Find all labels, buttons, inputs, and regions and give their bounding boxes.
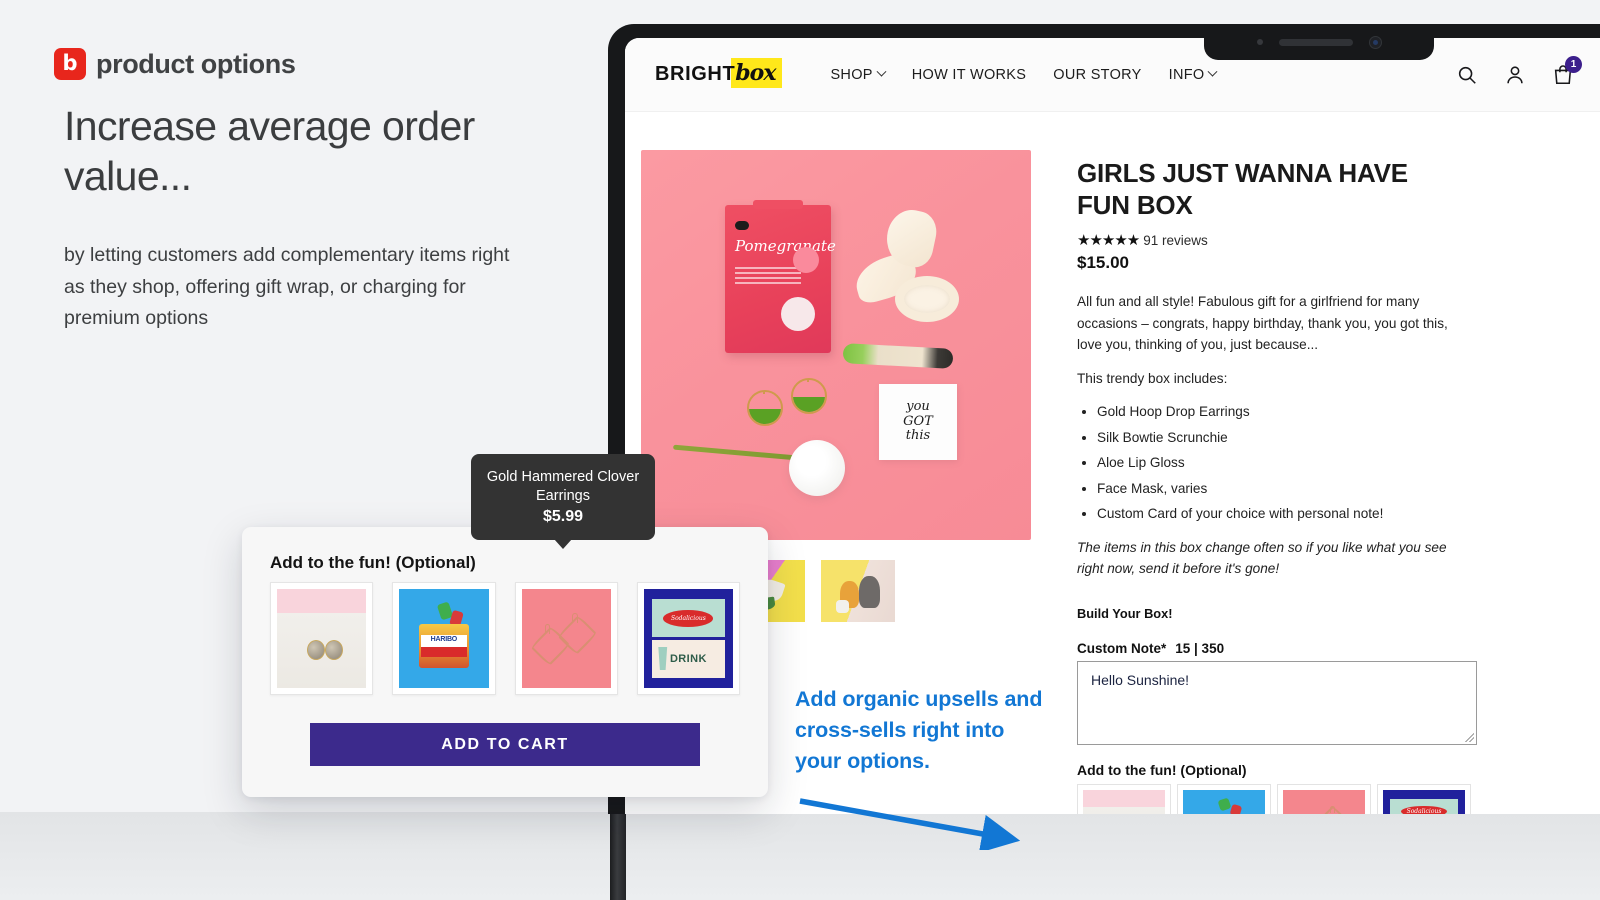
page-headline: Increase average order value... — [64, 103, 475, 199]
flower-stem — [673, 444, 797, 461]
overlay-options-row: HARIBO Sodalicious DRINK — [270, 582, 740, 695]
browser-viewport: BRIGHT box SHOP HOW IT WORKS OUR STORY I… — [625, 38, 1600, 814]
nav-label: INFO — [1168, 66, 1205, 83]
overlay-option-clover-earrings[interactable] — [514, 582, 618, 695]
tooltip-product-price: $5.99 — [542, 507, 584, 525]
review-count[interactable]: 91 reviews — [1143, 233, 1208, 248]
product-price: $15.00 — [1077, 253, 1129, 273]
custom-note-value: Hello Sunshine! — [1091, 671, 1190, 688]
description-paragraph: All fun and all style! Fabulous gift for… — [1077, 294, 1448, 353]
star-rating-icon: ★★★★★ — [1077, 232, 1140, 250]
store-logo[interactable]: BRIGHT box — [655, 57, 783, 90]
product-details: GIRLS JUST WANNA HAVE FUN BOX ★★★★★ 91 r… — [1059, 150, 1600, 814]
option-column: SodaliciousDRINK — [1377, 783, 1471, 814]
annotation-text: Add organic upsells and cross-sells righ… — [795, 687, 1043, 774]
list-item: Silk Bowtie Scrunchie — [1097, 427, 1469, 448]
option-clover-earrings[interactable] — [1277, 783, 1371, 814]
you-got-this-card: you GOT this — [879, 384, 957, 460]
product-description: All fun and all style! Fabulous gift for… — [1077, 291, 1469, 579]
store-header: BRIGHT box SHOP HOW IT WORKS OUR STORY I… — [625, 38, 1600, 112]
product-title: GIRLS JUST WANNA HAVE FUN BOX — [1077, 158, 1408, 220]
gallery-thumb-cat-card[interactable] — [821, 560, 895, 622]
bold-commerce-logo-icon: b — [54, 48, 86, 80]
rating-row: ★★★★★ 91 reviews — [1077, 231, 1570, 249]
option-tooltip: Gold Hammered Clover Earrings $5.99 — [471, 454, 655, 549]
option-haribo-goldbears[interactable]: HARIBO — [1177, 783, 1271, 814]
nav-item-shop[interactable]: SHOP — [830, 66, 887, 83]
option-column — [1077, 783, 1171, 814]
custom-note-label: Custom Note* 15 | 350 — [1077, 641, 1570, 656]
store-logo-highlight: box — [731, 57, 783, 88]
speaker-grille-icon — [1278, 38, 1353, 46]
aloe-lip-gloss — [842, 343, 954, 369]
silk-bowtie-scrunchie — [850, 205, 965, 330]
cart-count-badge: 1 — [1565, 55, 1582, 73]
overlay-option-stud-earrings[interactable] — [270, 582, 374, 695]
add-to-cart-button[interactable]: ADD TO CART — [310, 723, 700, 766]
add-to-the-fun-label: Add to the fun! (Optional) — [1077, 761, 1247, 778]
option-column — [1277, 783, 1371, 814]
gold-hoop-drop-earrings — [747, 374, 829, 438]
custom-note-input[interactable]: Hello Sunshine! — [1077, 660, 1477, 745]
tooltip-pointer-icon — [554, 539, 572, 549]
custom-note-label-text: Custom Note* — [1077, 640, 1167, 656]
store-nav: SHOP HOW IT WORKS OUR STORY INFO — [830, 66, 1218, 83]
overlay-option-haribo-goldbears[interactable]: HARIBO — [392, 582, 496, 695]
chevron-down-icon — [876, 66, 887, 77]
sensor-dot-icon — [1256, 39, 1263, 45]
option-stud-earrings[interactable] — [1077, 783, 1171, 814]
custom-note-counter: 15 | 350 — [1175, 640, 1225, 656]
build-your-box-label: Build Your Box! — [1077, 605, 1173, 621]
monitor-stand — [610, 812, 626, 900]
header-icon-group: 1 — [1456, 55, 1582, 86]
pom-pom-flower — [789, 440, 845, 496]
list-item: Gold Hoop Drop Earrings — [1097, 401, 1469, 422]
includes-intro: This trendy box includes: — [1077, 370, 1228, 386]
device-notch — [1204, 24, 1434, 60]
list-item: Aloe Lip Gloss — [1097, 452, 1469, 473]
nav-item-our-story[interactable]: OUR STORY — [1053, 67, 1141, 83]
nav-item-how-it-works[interactable]: HOW IT WORKS — [912, 67, 1027, 83]
description-note: The items in this box change often so if… — [1077, 539, 1447, 577]
product-page: Pomegranate you GOT this GIRLS JUST WANN… — [625, 112, 1600, 814]
store-logo-primary: BRIGHT — [655, 63, 736, 85]
resize-handle-icon[interactable] — [1465, 732, 1474, 742]
search-icon[interactable] — [1456, 64, 1478, 86]
nav-label: OUR STORY — [1053, 66, 1142, 83]
product-options-overlay-card: Add to the fun! (Optional) HARIBO Sodali… — [242, 527, 768, 797]
account-icon[interactable] — [1504, 64, 1526, 86]
annotation-arrow-icon — [799, 798, 1021, 850]
page-subcopy: by letting customers add complementary i… — [64, 244, 510, 330]
product-hero-image[interactable]: Pomegranate you GOT this — [641, 150, 1031, 540]
chevron-down-icon — [1208, 66, 1218, 77]
nav-label: SHOP — [830, 66, 873, 83]
option-sodalicious-free-drink-card[interactable]: SodaliciousDRINK — [1377, 783, 1471, 814]
product-options-wordmark: product options — [96, 48, 296, 79]
includes-list: Gold Hoop Drop Earrings Silk Bowtie Scru… — [1097, 401, 1469, 524]
list-item: Custom Card of your choice with personal… — [1097, 503, 1469, 524]
product-options-grid: HARIBO SodaliciousDRINK — [1077, 783, 1570, 814]
nav-item-info[interactable]: INFO — [1168, 66, 1218, 83]
face-mask-sachet: Pomegranate — [725, 200, 836, 353]
overlay-option-sodalicious-free-drink-card[interactable]: Sodalicious DRINK — [636, 582, 740, 695]
option-column: HARIBO — [1177, 783, 1271, 814]
store-logo-script: box — [735, 59, 776, 86]
camera-icon — [1368, 35, 1382, 49]
cart-icon[interactable]: 1 — [1552, 55, 1582, 86]
tooltip-product-name: Gold Hammered Clover Earrings — [486, 469, 640, 504]
list-item: Face Mask, varies — [1097, 478, 1469, 499]
overlay-add-to-the-fun-label: Add to the fun! (Optional) — [270, 553, 476, 572]
nav-label: HOW IT WORKS — [911, 66, 1027, 83]
brand-lockup: b product options — [54, 48, 296, 80]
